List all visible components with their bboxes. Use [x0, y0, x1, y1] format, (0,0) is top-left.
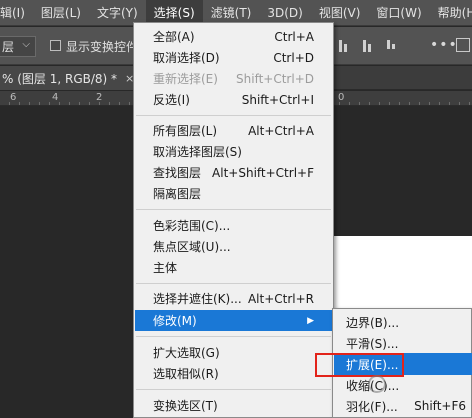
menu-item-shortcut: Shift+Ctrl+D — [236, 71, 314, 86]
menu-item-label: 扩大选取(G) — [153, 346, 220, 360]
align-bottom-icon[interactable] — [336, 37, 350, 53]
menu-item-shortcut: Alt+Ctrl+A — [248, 123, 314, 138]
ruler-label: 4 — [52, 92, 59, 103]
menu-item-label: 焦点区域(U)... — [153, 240, 231, 254]
menu-item-shortcut: Shift+Ctrl+I — [241, 92, 314, 107]
ruler-label: 6 — [10, 92, 17, 103]
menu-item-deselect-layers[interactable]: 取消选择图层(S) — [135, 141, 332, 162]
menu-separator — [136, 336, 331, 337]
menu-item-grow[interactable]: 扩大选取(G) — [135, 342, 332, 363]
menu-edit[interactable]: 辑(I) — [0, 0, 33, 26]
submenu-arrow-icon: ▶ — [307, 315, 314, 326]
menu-item-label: 色彩范围(C)... — [153, 219, 231, 233]
menu-item-label: 修改(M) — [153, 314, 197, 328]
document-tab-label: % (图层 1, RGB/8) * — [2, 71, 118, 86]
menu-item-similar[interactable]: 选取相似(R) — [135, 363, 332, 384]
menu-item-label: 变换选区(T) — [153, 399, 218, 413]
ruler-label: 2 — [96, 92, 103, 103]
menu-help[interactable]: 帮助(H) — [430, 0, 472, 26]
more-options-icon[interactable]: ••• — [430, 37, 458, 53]
menu-item-label: 查找图层 — [153, 166, 202, 180]
menu-item-shortcut: Alt+Ctrl+R — [247, 291, 314, 306]
menu-separator — [136, 389, 331, 390]
menu-item-label: 隔离图层 — [153, 187, 202, 201]
menu-item-label: 选取相似(R) — [153, 367, 219, 381]
submenu-item-feather[interactable]: 羽化(F)... Shift+F6 — [334, 395, 472, 417]
menu-item-label: 反选(I) — [153, 93, 190, 107]
select-menu-dropdown: 全部(A) Ctrl+A 取消选择(D) Ctrl+D 重新选择(E) Shif… — [133, 22, 334, 418]
menu-item-reselect: 重新选择(E) Shift+Ctrl+D — [135, 68, 332, 89]
submenu-item-border[interactable]: 边界(B)... — [334, 311, 472, 333]
menu-item-find-layers[interactable]: 查找图层 Alt+Shift+Ctrl+F — [135, 162, 332, 183]
menu-item-select-and-mask[interactable]: 选择并遮住(K)... Alt+Ctrl+R — [135, 288, 332, 309]
submenu-item-label: 羽化(F)... — [346, 399, 398, 414]
menu-item-label: 取消选择图层(S) — [153, 145, 242, 159]
menu-separator — [136, 209, 331, 210]
auto-select-dropdown[interactable]: 层 ⌵ — [0, 36, 36, 57]
submenu-item-shortcut: Shift+F6 — [414, 399, 466, 413]
menu-item-label: 全部(A) — [153, 30, 195, 44]
menu-item-select-all[interactable]: 全部(A) Ctrl+A — [135, 26, 332, 47]
menu-item-label: 取消选择(D) — [153, 51, 220, 65]
document-tab[interactable]: % (图层 1, RGB/8) * × — [0, 66, 134, 90]
menu-item-modify[interactable]: 修改(M) ▶ — [135, 310, 332, 331]
menu-separator — [136, 283, 331, 284]
menu-window[interactable]: 窗口(W) — [368, 0, 429, 26]
menu-item-label: 重新选择(E) — [153, 72, 218, 86]
menu-item-label: 所有图层(L) — [153, 124, 218, 138]
auto-select-value: 层 — [2, 40, 15, 54]
ruler-label: 0 — [338, 92, 345, 103]
3d-mode-icon[interactable] — [456, 38, 470, 52]
submenu-item-smooth[interactable]: 平滑(S)... — [334, 332, 472, 354]
submenu-item-label: 平滑(S)... — [346, 336, 399, 351]
show-transform-label: 显示变换控件 — [66, 40, 139, 54]
menu-item-color-range[interactable]: 色彩范围(C)... — [135, 215, 332, 236]
menu-item-shortcut: Ctrl+A — [274, 29, 314, 44]
menu-layer[interactable]: 图层(L) — [33, 0, 89, 26]
show-transform-checkbox[interactable] — [50, 40, 61, 51]
menu-item-inverse[interactable]: 反选(I) Shift+Ctrl+I — [135, 89, 332, 110]
menu-item-deselect[interactable]: 取消选择(D) Ctrl+D — [135, 47, 332, 68]
menu-item-all-layers[interactable]: 所有图层(L) Alt+Ctrl+A — [135, 120, 332, 141]
menu-item-transform-selection[interactable]: 变换选区(T) — [135, 395, 332, 416]
watermark-logo-icon — [368, 375, 386, 393]
menu-separator — [136, 115, 331, 116]
align-buttons — [336, 37, 398, 53]
align-left-icon[interactable] — [360, 37, 374, 53]
menu-item-shortcut: Alt+Shift+Ctrl+F — [212, 165, 314, 180]
chevron-down-icon: ⌵ — [22, 39, 30, 50]
menu-item-label: 选择并遮住(K)... — [153, 292, 242, 306]
menu-item-subject[interactable]: 主体 — [135, 257, 332, 278]
menu-item-label: 主体 — [153, 261, 178, 275]
submenu-item-label: 边界(B)... — [346, 315, 400, 330]
menu-item-focus-area[interactable]: 焦点区域(U)... — [135, 236, 332, 257]
watermark — [368, 372, 472, 396]
menu-item-isolate-layers[interactable]: 隔离图层 — [135, 183, 332, 204]
align-center-icon[interactable] — [384, 37, 398, 53]
menu-item-shortcut: Ctrl+D — [273, 50, 314, 65]
